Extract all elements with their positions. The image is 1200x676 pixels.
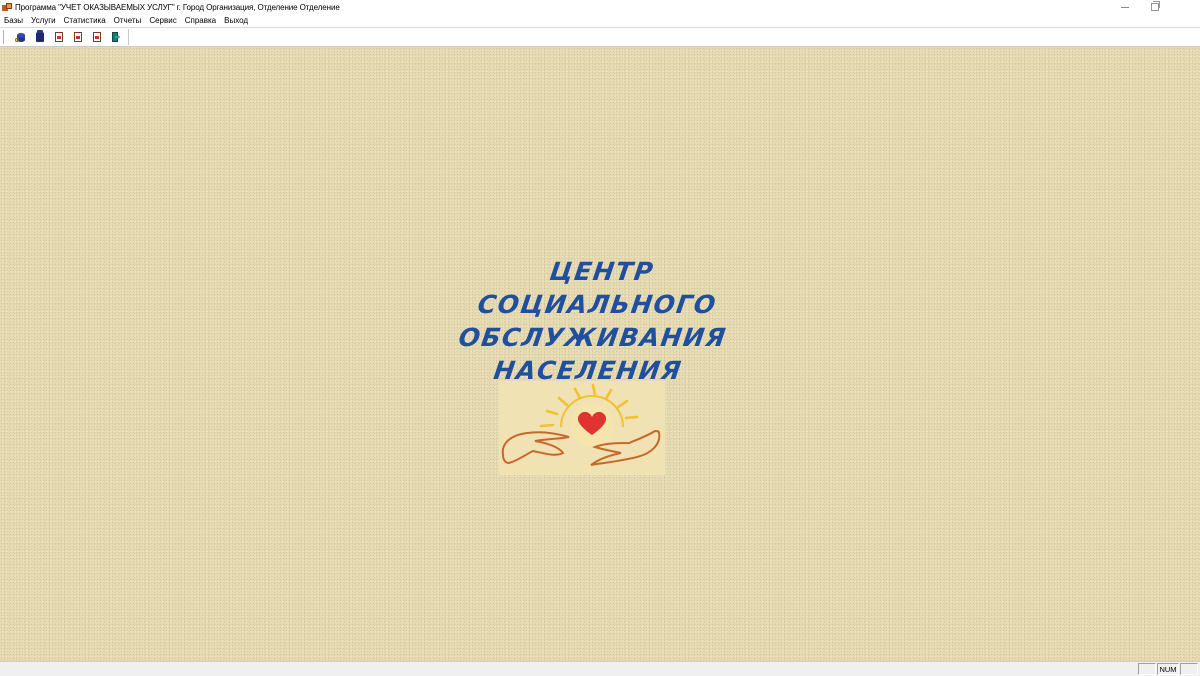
window-title: Программа "УЧЕТ ОКАЗЫВАЕМЫХ УСЛУГ" г. Го… xyxy=(15,2,340,12)
logo-line: ЦЕНТР xyxy=(547,257,657,286)
toolbar-separator xyxy=(128,29,129,45)
restore-icon xyxy=(1151,1,1160,11)
toolbar-button-exit[interactable] xyxy=(106,29,125,45)
left-hand-icon xyxy=(501,431,570,465)
emblem-graphic xyxy=(501,383,661,466)
title-bar: Программа "УЧЕТ ОКАЗЫВАЕМЫХ УСЛУГ" г. Го… xyxy=(0,0,1200,14)
menu-uslugi[interactable]: Услуги xyxy=(27,16,60,25)
menu-otchety[interactable]: Отчеты xyxy=(110,16,146,25)
num-lock-indicator: NUM xyxy=(1157,663,1179,675)
menu-bazy[interactable]: Базы xyxy=(0,16,27,25)
toolbar-button-report-3[interactable] xyxy=(87,29,106,45)
minimize-icon xyxy=(1121,6,1129,8)
hands-sun-heart-emblem xyxy=(499,381,665,475)
toolbar-grip[interactable] xyxy=(3,30,7,44)
logo-line: ОБСЛУЖИВАНИЯ xyxy=(456,323,729,352)
menu-servis[interactable]: Сервис xyxy=(145,16,180,25)
menu-bar: Базы Услуги Статистика Отчеты Сервис Спр… xyxy=(0,14,1200,27)
toolbar xyxy=(0,27,1200,47)
toolbar-button-report-2[interactable] xyxy=(68,29,87,45)
minimize-button[interactable] xyxy=(1110,0,1140,14)
report-doc-icon xyxy=(54,32,63,42)
logo-line: СОЦИАЛЬНОГО xyxy=(475,290,719,319)
status-pane-empty xyxy=(1138,663,1156,675)
exit-door-icon xyxy=(111,32,121,42)
menu-vykhod[interactable]: Выход xyxy=(220,16,252,25)
app-window: Программа "УЧЕТ ОКАЗЫВАЕМЫХ УСЛУГ" г. Го… xyxy=(0,0,1200,676)
toolbar-button-services[interactable] xyxy=(30,29,49,45)
restore-button[interactable] xyxy=(1140,0,1170,14)
status-bar: NUM xyxy=(0,661,1200,676)
main-workspace: ЦЕНТР СОЦИАЛЬНОГО ОБСЛУЖИВАНИЯ НАСЕЛЕНИЯ xyxy=(0,47,1200,661)
app-icon[interactable] xyxy=(2,2,12,12)
status-pane-empty xyxy=(1180,663,1198,675)
report-doc-icon xyxy=(73,32,82,42)
database-key-icon xyxy=(14,32,25,42)
jar-icon xyxy=(35,30,44,42)
center-logo-text: ЦЕНТР СОЦИАЛЬНОГО ОБСЛУЖИВАНИЯ НАСЕЛЕНИЯ xyxy=(371,255,820,387)
toolbar-button-report-1[interactable] xyxy=(49,29,68,45)
menu-spravka[interactable]: Справка xyxy=(181,16,220,25)
menu-statistika[interactable]: Статистика xyxy=(60,16,110,25)
window-controls xyxy=(1110,0,1200,14)
report-doc-icon xyxy=(92,32,101,42)
close-button[interactable] xyxy=(1170,0,1200,14)
toolbar-button-databases[interactable] xyxy=(11,29,30,45)
